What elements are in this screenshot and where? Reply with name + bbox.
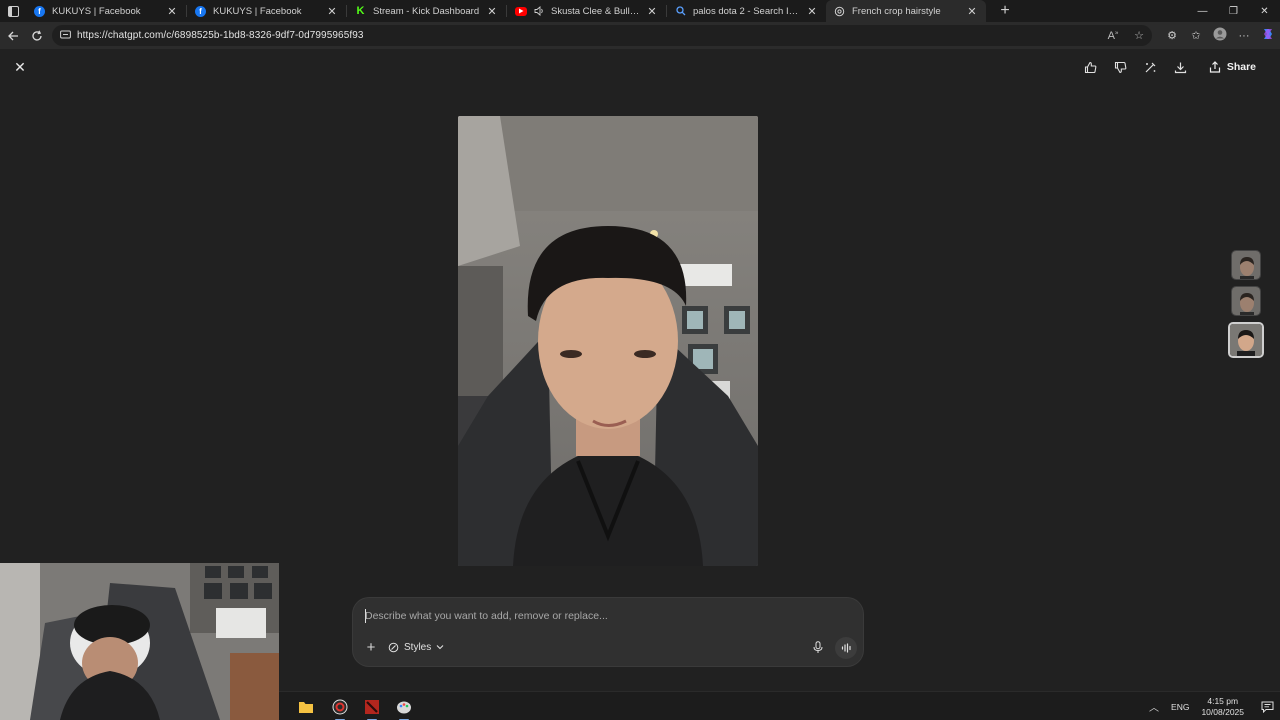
paint-icon[interactable] — [393, 696, 415, 720]
image-history-thumbnails — [1227, 250, 1265, 364]
tab-title: palos dota 2 - Search Images — [693, 5, 800, 17]
thumbnail-1[interactable] — [1231, 250, 1261, 280]
url-text[interactable]: https://chatgpt.com/c/6898525b-1bd8-8326… — [77, 30, 364, 41]
edit-prompt-composer: Describe what you want to add, remove or… — [353, 598, 863, 666]
minimize-icon[interactable]: — — [1187, 0, 1218, 22]
tab-search-images[interactable]: palos dota 2 - Search Images ✕ — [667, 0, 826, 22]
close-viewer-icon[interactable]: ✕ — [10, 58, 30, 76]
tab-title: Stream - Kick Dashboard — [373, 5, 480, 17]
share-icon — [1209, 61, 1220, 73]
windows-taskbar: ︿ ENG 4:15 pm 10/08/2025 — [279, 691, 1280, 720]
browser-tab-strip: f KUKUYS | Facebook ✕ f KUKUYS | Faceboo… — [0, 0, 1280, 22]
refresh-icon[interactable] — [25, 24, 49, 48]
restore-icon[interactable]: ❐ — [1218, 0, 1249, 22]
close-tab-icon[interactable]: ✕ — [966, 5, 978, 18]
thumbs-up-icon[interactable] — [1081, 57, 1101, 77]
tab-kick-dashboard[interactable]: K Stream - Kick Dashboard ✕ — [347, 0, 506, 22]
copilot-icon[interactable] — [1256, 27, 1280, 44]
close-tab-icon[interactable]: ✕ — [806, 5, 818, 18]
close-tab-icon[interactable]: ✕ — [326, 5, 338, 18]
input-language[interactable]: ENG — [1171, 702, 1189, 712]
tab-title: KUKUYS | Facebook — [213, 5, 302, 17]
speaker-icon[interactable] — [534, 6, 545, 17]
tab-title: French crop hairstyle — [852, 5, 941, 17]
thumbnail-2[interactable] — [1231, 286, 1261, 316]
palette-icon — [388, 642, 399, 652]
download-icon[interactable] — [1171, 57, 1191, 77]
tab-facebook-2[interactable]: f KUKUYS | Facebook ✕ — [187, 0, 346, 22]
search-icon — [675, 6, 686, 17]
chatgpt-icon — [834, 6, 845, 17]
obs-icon[interactable] — [329, 696, 351, 720]
tab-chatgpt-active[interactable]: French crop hairstyle ✕ — [826, 0, 986, 22]
browser-extensions: ⚙ ✩ ··· — [1160, 22, 1280, 49]
screen: f KUKUYS | Facebook ✕ f KUKUYS | Faceboo… — [0, 0, 1280, 720]
close-window-icon[interactable]: ✕ — [1249, 0, 1280, 22]
chevron-down-icon — [436, 645, 444, 650]
clock-date: 10/08/2025 — [1201, 706, 1244, 717]
generated-image[interactable] — [458, 116, 758, 566]
clock-time: 4:15 pm — [1207, 695, 1239, 706]
more-options-icon[interactable]: ··· — [1232, 30, 1256, 42]
viewer-toolbar: Share — [1081, 55, 1264, 79]
facebook-icon: f — [34, 5, 45, 17]
share-label: Share — [1226, 61, 1256, 73]
tab-youtube[interactable]: Skusta Clee & Bullet D - "Ika ✕ — [507, 0, 666, 22]
show-hidden-icons-icon[interactable]: ︿ — [1145, 699, 1163, 714]
system-tray: ︿ ENG 4:15 pm 10/08/2025 — [1145, 692, 1280, 720]
voice-mode-icon[interactable] — [835, 637, 857, 659]
add-attachment-icon[interactable]: + — [362, 638, 380, 656]
tab-title: KUKUYS | Facebook — [52, 5, 141, 17]
prompt-input[interactable]: Describe what you want to add, remove or… — [365, 610, 608, 622]
close-tab-icon[interactable]: ✕ — [166, 5, 178, 18]
webcam-overlay — [0, 563, 279, 720]
browser-toolbar: https://chatgpt.com/c/6898525b-1bd8-8326… — [0, 22, 1280, 49]
read-aloud-icon[interactable]: A» — [1100, 30, 1126, 42]
tab-title: Skusta Clee & Bullet D - "Ika — [551, 5, 640, 17]
close-tab-icon[interactable]: ✕ — [486, 5, 498, 18]
address-bar[interactable]: https://chatgpt.com/c/6898525b-1bd8-8326… — [52, 25, 1152, 46]
back-icon[interactable] — [1, 24, 25, 48]
youtube-icon — [515, 6, 527, 16]
file-explorer-icon[interactable] — [295, 696, 317, 718]
edit-image-icon[interactable] — [1141, 57, 1161, 77]
address-bar-actions: A» ☆ — [1100, 25, 1152, 46]
clock[interactable]: 4:15 pm 10/08/2025 — [1201, 696, 1244, 718]
favorite-star-icon[interactable]: ☆ — [1126, 29, 1152, 42]
new-tab-icon[interactable]: + — [994, 2, 1016, 20]
facebook-icon: f — [195, 5, 206, 17]
thumbs-down-icon[interactable] — [1111, 57, 1131, 77]
kick-icon: K — [356, 5, 365, 17]
tab-actions-icon[interactable] — [0, 0, 26, 22]
styles-button[interactable]: Styles — [388, 638, 444, 656]
microphone-icon[interactable] — [809, 638, 827, 656]
tab-facebook-1[interactable]: f KUKUYS | Facebook ✕ — [26, 0, 186, 22]
notifications-icon[interactable] — [1254, 701, 1280, 713]
site-info-icon[interactable] — [60, 27, 71, 45]
close-tab-icon[interactable]: ✕ — [646, 5, 658, 18]
profile-avatar-icon[interactable] — [1208, 27, 1232, 44]
thumbnail-selected[interactable] — [1228, 322, 1264, 358]
share-button[interactable]: Share — [1201, 55, 1264, 79]
styles-label: Styles — [404, 641, 432, 653]
dota-icon[interactable] — [361, 696, 383, 720]
window-controls: — ❐ ✕ — [1187, 0, 1280, 22]
extensions-icon[interactable]: ⚙ — [1160, 29, 1184, 42]
favorites-icon[interactable]: ✩ — [1184, 29, 1208, 42]
